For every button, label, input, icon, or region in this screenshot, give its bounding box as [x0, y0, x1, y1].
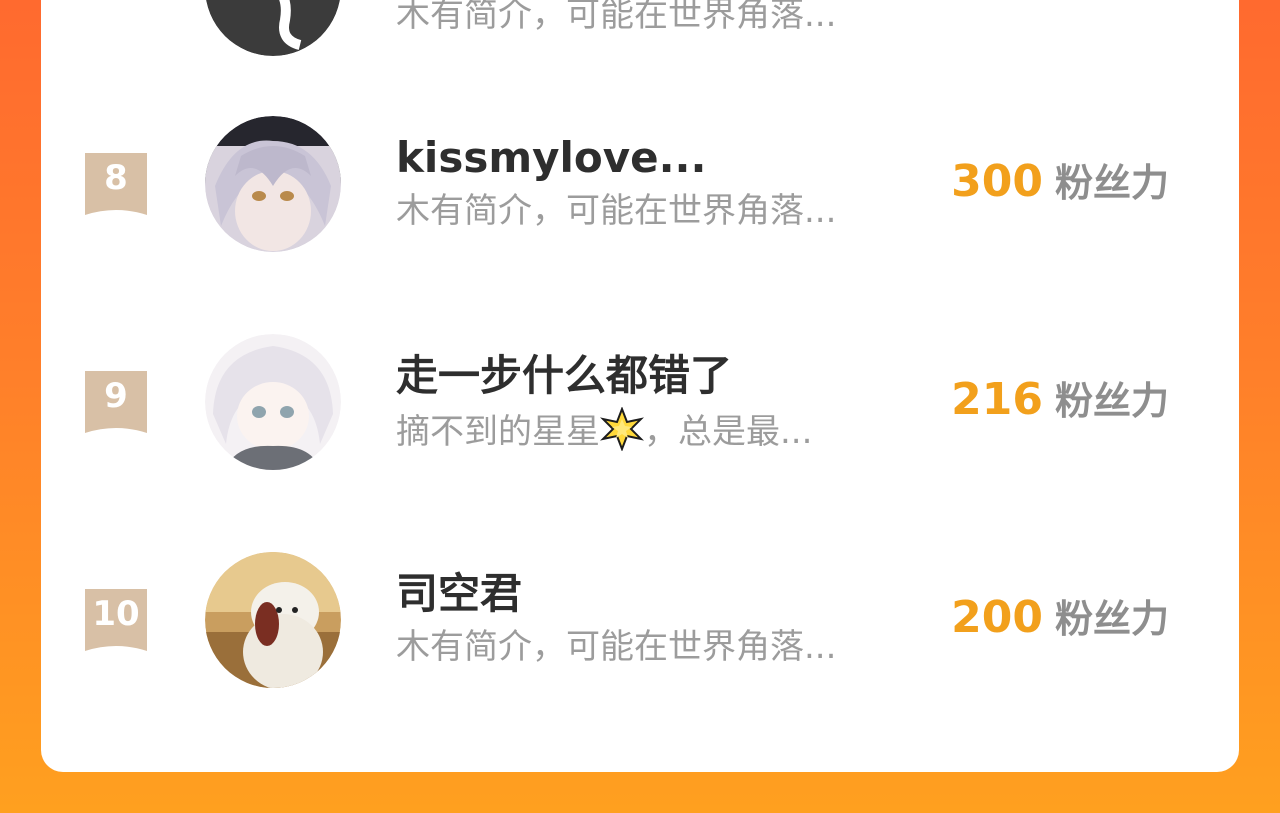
user-name[interactable]: 司空君	[396, 569, 522, 619]
dark-avatar-image	[205, 0, 341, 56]
fans-count: 300	[951, 156, 1043, 207]
sparkle-star-icon	[600, 407, 644, 451]
user-bio: 木有简介，可能在世界角落...	[396, 627, 837, 667]
list-item[interactable]: 8 kissmylove... 木有简介，可能在世界角落... 300 粉丝力	[41, 78, 1239, 252]
fans-label: 粉丝力	[1054, 597, 1169, 641]
fans-ranking-card: 木有简介，可能在世界角落... 8 kissmylove... 木有简介，可能在…	[41, 0, 1239, 772]
white-hair-girl-avatar-image	[205, 334, 341, 470]
user-bio: 木有简介，可能在世界角落...	[396, 191, 837, 231]
avatar[interactable]	[205, 0, 341, 56]
list-item[interactable]: 9 走一步什么都错了 摘不到的星星 ，总是最... 216 粉丝力	[41, 296, 1239, 470]
fans-power: 300 粉丝力	[951, 156, 1169, 217]
anime-girl-avatar-image	[205, 116, 341, 252]
bio-text-end: ，总是最...	[644, 412, 813, 452]
user-bio: 木有简介，可能在世界角落...	[396, 0, 837, 35]
avatar[interactable]	[205, 116, 341, 252]
list-item-partial[interactable]: 木有简介，可能在世界角落...	[41, 0, 1239, 56]
user-name[interactable]: kissmylove...	[396, 133, 706, 183]
fans-power: 200 粉丝力	[951, 592, 1169, 653]
rank-number: 8	[104, 158, 128, 198]
fans-count: 200	[951, 592, 1043, 643]
baymax-avatar-image	[205, 552, 341, 688]
bio-text-start: 摘不到的星星	[396, 412, 600, 452]
avatar[interactable]	[205, 552, 341, 688]
fans-label: 粉丝力	[1054, 379, 1169, 423]
fans-power: 216 粉丝力	[951, 374, 1169, 435]
avatar[interactable]	[205, 334, 341, 470]
rank-number: 10	[92, 594, 140, 634]
rank-badge: 10	[85, 589, 147, 651]
rank-badge: 9	[85, 371, 147, 433]
rank-badge: 8	[85, 153, 147, 215]
fans-count: 216	[951, 374, 1043, 425]
rank-number: 9	[104, 376, 128, 416]
user-name[interactable]: 走一步什么都错了	[396, 351, 732, 401]
list-item[interactable]: 10 司空君 木有简介，可能在世界角落... 200 粉丝力	[41, 514, 1239, 688]
user-bio: 摘不到的星星 ，总是最...	[396, 407, 812, 454]
fans-label: 粉丝力	[1054, 161, 1169, 205]
